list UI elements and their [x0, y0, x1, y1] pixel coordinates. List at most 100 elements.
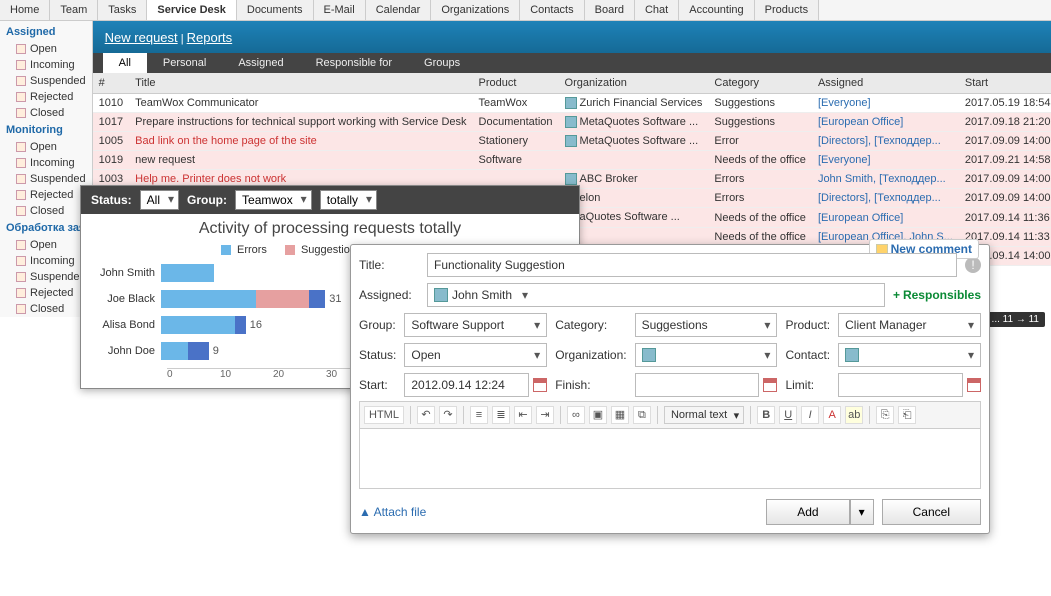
table-button[interactable]: ▦ — [611, 406, 629, 424]
table-row[interactable]: 1010TeamWox CommunicatorTeamWoxZurich Fi… — [93, 94, 1051, 113]
assigned-link[interactable]: [European Office] — [818, 116, 903, 128]
title-input[interactable]: Functionality Suggestion — [427, 253, 957, 277]
category-select[interactable]: Suggestions — [635, 313, 778, 337]
nav-tab[interactable]: Home — [0, 0, 50, 20]
assigned-link[interactable]: [Everyone] — [818, 97, 871, 109]
sidebar-item[interactable]: Open — [0, 41, 92, 57]
column-header[interactable]: Assigned — [812, 73, 959, 94]
html-button[interactable]: HTML — [364, 406, 404, 424]
calendar-icon[interactable] — [763, 378, 777, 392]
group-select[interactable]: Teamwox — [235, 190, 312, 210]
nav-tab[interactable]: Accounting — [679, 0, 754, 20]
limit-input[interactable] — [838, 373, 963, 397]
undo-button[interactable]: ↶ — [417, 406, 435, 424]
attach-file-link[interactable]: Attach file — [359, 505, 426, 519]
nav-tab[interactable]: Contacts — [520, 0, 584, 20]
sidebar-item[interactable]: Closed — [0, 301, 92, 317]
scope-select[interactable]: totally — [320, 190, 377, 210]
editor-textarea[interactable] — [359, 429, 981, 489]
link-button[interactable]: ∞ — [567, 406, 585, 424]
ol-button[interactable]: ≣ — [492, 406, 510, 424]
assigned-link[interactable]: John Smith, [Техподдер... — [818, 173, 946, 185]
copy-button[interactable]: ⎘ — [876, 406, 894, 424]
sidebar-item[interactable]: Suspended — [0, 269, 92, 285]
nav-tab[interactable]: Calendar — [366, 0, 432, 20]
underline-button[interactable]: U — [779, 406, 797, 424]
calendar-icon[interactable] — [967, 378, 981, 392]
bold-button[interactable]: B — [757, 406, 775, 424]
italic-button[interactable]: I — [801, 406, 819, 424]
assigned-link[interactable]: [Directors], [Техподдер... — [818, 135, 941, 147]
sidebar-item[interactable]: Closed — [0, 203, 92, 219]
color-button[interactable]: A — [823, 406, 841, 424]
nav-tab[interactable]: Service Desk — [147, 0, 237, 20]
sidebar-item[interactable]: Closed — [0, 105, 92, 121]
table-row[interactable]: 1005Bad link on the home page of the sit… — [93, 132, 1051, 151]
sidebar-item[interactable]: Suspended — [0, 73, 92, 89]
nav-tab[interactable]: Products — [755, 0, 819, 20]
sidebar-item[interactable]: Incoming — [0, 57, 92, 73]
column-header[interactable]: Organization — [559, 73, 709, 94]
calendar-icon[interactable] — [533, 378, 547, 392]
finish-input[interactable] — [635, 373, 760, 397]
sidebar-item[interactable]: Incoming — [0, 253, 92, 269]
org-select[interactable] — [635, 343, 778, 367]
paste-button[interactable]: ⎗ — [898, 406, 916, 424]
warning-icon[interactable]: ! — [965, 257, 981, 273]
nav-tab[interactable]: Team — [50, 0, 98, 20]
column-header[interactable]: Title — [129, 73, 472, 94]
assigned-link[interactable]: [Directors], [Техподдер... — [818, 192, 941, 204]
sidebar-item[interactable]: Open — [0, 139, 92, 155]
sidebar-item[interactable]: Suspended — [0, 171, 92, 187]
reports-link[interactable]: Reports — [187, 30, 233, 45]
start-input[interactable]: 2012.09.14 12:24 — [404, 373, 529, 397]
product-select[interactable]: Client Manager — [838, 313, 981, 337]
folder-icon — [16, 272, 26, 282]
style-select[interactable]: Normal text — [664, 406, 744, 424]
highlight-button[interactable]: ab — [845, 406, 863, 424]
nav-tab[interactable]: Tasks — [98, 0, 147, 20]
nav-tab[interactable]: Organizations — [431, 0, 520, 20]
block-button[interactable]: ⧉ — [633, 406, 651, 424]
group-select[interactable]: Software Support — [404, 313, 547, 337]
assigned-select[interactable]: John Smith — [427, 283, 885, 307]
column-header[interactable]: # — [93, 73, 129, 94]
add-button[interactable]: Add — [766, 499, 849, 525]
nav-tab[interactable]: Chat — [635, 0, 679, 20]
sidebar-item[interactable]: Open — [0, 237, 92, 253]
filter-tab[interactable]: Groups — [408, 53, 476, 73]
folder-icon — [16, 108, 26, 118]
nav-tab[interactable]: E-Mail — [314, 0, 366, 20]
new-request-link[interactable]: New request — [105, 30, 178, 45]
table-row[interactable]: 1019new requestSoftwareNeeds of the offi… — [93, 151, 1051, 170]
assigned-link[interactable]: [Everyone] — [818, 154, 871, 166]
sidebar-item[interactable]: Rejected — [0, 187, 92, 203]
filter-tab[interactable]: Responsible for — [300, 53, 408, 73]
sidebar-item[interactable]: Rejected — [0, 89, 92, 105]
column-header[interactable]: Product — [473, 73, 559, 94]
image-button[interactable]: ▣ — [589, 406, 607, 424]
cancel-button[interactable]: Cancel — [882, 499, 981, 525]
action-bar: New request | Reports ? — [93, 21, 1051, 53]
column-header[interactable]: Start — [959, 73, 1051, 94]
indent-button[interactable]: ⇥ — [536, 406, 554, 424]
ul-button[interactable]: ≡ — [470, 406, 488, 424]
outdent-button[interactable]: ⇤ — [514, 406, 532, 424]
add-dropdown-button[interactable]: ▾ — [850, 499, 874, 525]
nav-tab[interactable]: Board — [585, 0, 635, 20]
status-select[interactable]: Open — [404, 343, 547, 367]
assigned-link[interactable]: [European Office] — [818, 212, 903, 224]
filter-tab[interactable]: Personal — [147, 53, 222, 73]
filter-tab[interactable]: Assigned — [222, 53, 299, 73]
status-select[interactable]: All — [140, 190, 179, 210]
sidebar-item[interactable]: Rejected — [0, 285, 92, 301]
redo-button[interactable]: ↷ — [439, 406, 457, 424]
sidebar-item[interactable]: Incoming — [0, 155, 92, 171]
responsibles-link[interactable]: +Responsibles — [893, 288, 981, 302]
filter-tab[interactable]: All — [103, 53, 147, 73]
limit-label: Limit: — [785, 378, 830, 392]
contact-select[interactable] — [838, 343, 981, 367]
column-header[interactable]: Category — [708, 73, 812, 94]
nav-tab[interactable]: Documents — [237, 0, 314, 20]
table-row[interactable]: 1017Prepare instructions for technical s… — [93, 113, 1051, 132]
